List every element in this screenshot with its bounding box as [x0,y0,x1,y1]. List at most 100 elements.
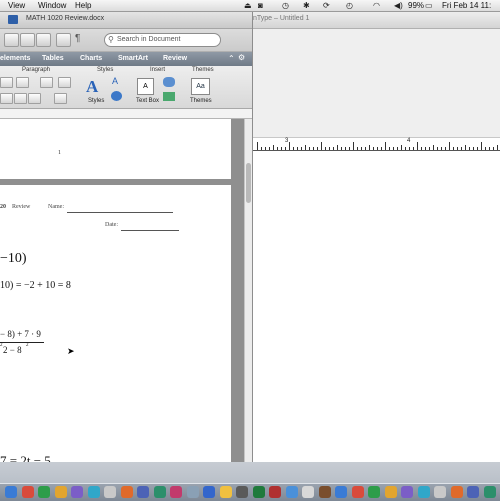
word-title-bar[interactable]: MATH 1020 Review.docx [0,12,252,29]
horizontal-ruler[interactable] [0,109,252,119]
themes-icon[interactable]: Aa [191,78,210,95]
ribbon-tab-bar: elements Tables Charts SmartArt Review ⌃… [0,52,252,66]
dock-app-icon[interactable] [285,486,298,498]
dock-app-icon[interactable] [368,486,380,498]
equation-editing-area[interactable] [253,151,500,462]
dock-app-icon[interactable] [153,486,166,498]
dock-app-icon[interactable] [87,486,100,498]
style-manager-icon[interactable] [111,91,122,101]
eject-icon[interactable]: ⏏ [244,1,252,10]
dock-app-icon[interactable] [5,486,17,498]
text-box-icon[interactable]: A [137,78,154,95]
ruler-tick [425,147,426,150]
tab-tables[interactable]: Tables [42,54,64,64]
dock-app-icon[interactable] [351,486,364,498]
styles-icon[interactable]: A [86,77,98,97]
text-box-label[interactable]: Text Box [136,98,159,104]
pilcrow-icon[interactable]: ¶ [75,33,80,44]
ruler-tick [265,147,266,150]
undo-icon[interactable] [56,33,71,47]
wifi-icon[interactable]: ◠ [373,1,380,10]
battery-percent[interactable]: 99% [408,0,424,11]
dock-app-icon[interactable] [384,486,397,498]
vertical-scrollbar[interactable] [244,119,252,462]
dock-app-icon[interactable] [186,486,199,498]
decrease-indent-button[interactable] [40,77,53,88]
volume-icon[interactable]: ◀) [394,1,403,10]
justify-button[interactable] [28,93,41,104]
group-styles: Styles [97,67,114,73]
ruler-tick [397,147,398,150]
dock-app-icon[interactable] [104,486,116,498]
dock-app-icon[interactable] [318,486,331,498]
dock-app-icon[interactable] [170,486,182,498]
ruler-tick [325,147,326,150]
bluetooth-icon[interactable]: ✱ [303,1,310,10]
save-icon[interactable] [36,33,51,47]
battery-icon[interactable]: ▭ [425,1,433,10]
ruler-tick [269,147,270,150]
ruler-tick [429,147,430,150]
dock-app-icon[interactable] [71,486,83,498]
dock-app-icon[interactable] [219,486,232,498]
dock-app-icon[interactable] [483,486,496,498]
camera-icon[interactable]: ◙ [258,1,263,10]
dock-app-icon[interactable] [417,486,430,498]
dock-app-icon[interactable] [137,486,149,498]
dock-app-icon[interactable] [21,486,34,498]
menu-window[interactable]: Window [38,0,66,11]
dock-app-icon[interactable] [120,486,133,498]
sync-icon[interactable]: ⟳ [323,1,330,10]
ruler-tick [477,147,478,150]
increase-indent-button[interactable] [58,77,71,88]
themes-button-label[interactable]: Themes [190,98,212,104]
line-spacing-button[interactable] [54,93,67,104]
dock-app-icon[interactable] [38,486,50,498]
dock-app-icon[interactable] [54,486,67,498]
dock-app-icon[interactable] [335,486,347,498]
shape-icon[interactable] [163,77,175,87]
ruler-tick [469,147,470,150]
menu-clock[interactable]: Fri Feb 14 11: [442,0,491,11]
dock-app-icon[interactable] [467,486,479,498]
dock-app-icon[interactable] [450,486,463,498]
new-document-icon[interactable] [4,33,19,47]
open-folder-icon[interactable] [20,33,35,47]
search-placeholder: Search in Document [117,36,181,43]
time-machine-icon[interactable]: ◷ [282,1,289,10]
tab-document-elements[interactable]: elements [0,54,30,64]
menu-view[interactable]: View [8,0,25,11]
ribbon-settings-icon[interactable]: ⚙ [238,53,245,62]
bullets-button[interactable] [0,77,13,88]
dock-app-icon[interactable] [434,486,446,498]
align-center-button[interactable] [0,93,13,104]
document-icon [8,15,18,24]
dock-app-icon[interactable] [269,486,281,498]
styles-button-label[interactable]: Styles [88,98,104,104]
collapse-ribbon-icon[interactable]: ⌃ [228,54,235,63]
scrollbar-thumb[interactable] [246,163,251,203]
dock-app-icon[interactable] [236,486,248,498]
menu-help[interactable]: Help [75,0,91,11]
ruler-tick [485,147,486,150]
mathtype-ruler[interactable]: 3 4 [253,138,500,151]
mathtype-title: nType – Untitled 1 [253,15,310,22]
picture-icon[interactable] [163,92,175,101]
search-document-field[interactable]: ⚲ Search in Document [104,33,221,47]
dock-app-icon[interactable] [401,486,413,498]
dock-app-icon[interactable] [203,486,215,498]
dock-app-icon[interactable] [252,486,265,498]
document-page-area[interactable]: 1 20 Review Name: Date: −10) 10) = −2 + … [0,119,244,462]
clock-icon[interactable]: ◴ [346,1,353,10]
tab-smartart[interactable]: SmartArt [118,54,148,64]
mathtype-title-bar[interactable]: nType – Untitled 1 [253,12,500,29]
ruler-tick [405,147,406,150]
word-window: MATH 1020 Review.docx ¶ ⚲ Search in Docu… [0,12,253,462]
tab-review[interactable]: Review [163,54,187,64]
dock-app-icon[interactable] [302,486,314,498]
align-right-button[interactable] [14,93,27,104]
text-effects-icon[interactable]: A [112,76,118,86]
ruler-tick [297,147,298,150]
tab-charts[interactable]: Charts [80,54,102,64]
numbering-button[interactable] [16,77,29,88]
